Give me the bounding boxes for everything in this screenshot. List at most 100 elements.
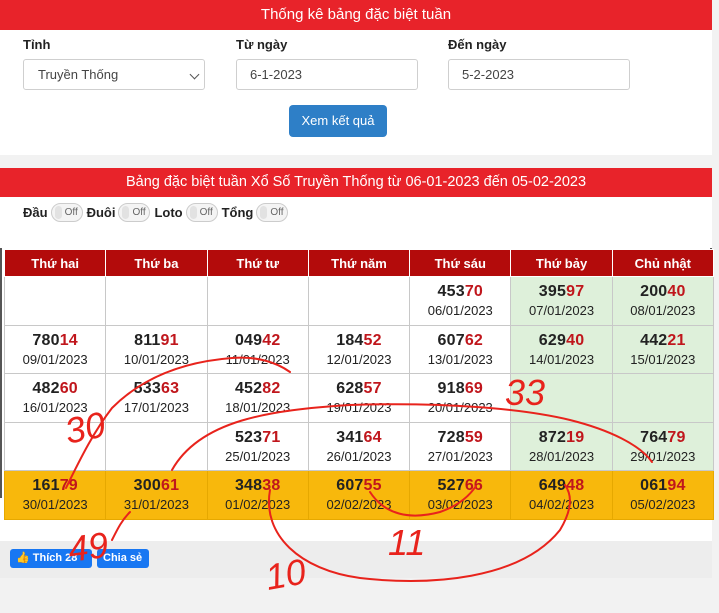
result-number: 30061	[106, 477, 206, 495]
result-number-tail: 82	[262, 380, 281, 398]
result-number-tail: 40	[667, 283, 686, 301]
from-date-input[interactable]: 6-1-2023	[236, 59, 418, 90]
result-number-head: 184	[336, 331, 364, 349]
filter-title: Thống kê bảng đặc biệt tuần	[0, 0, 712, 30]
result-number-head: 628	[336, 380, 364, 398]
result-number-head: 061	[640, 477, 668, 495]
table-cell: 60755 02/02/2023	[307, 470, 411, 520]
table-cell: 62940 14/01/2023	[510, 324, 613, 374]
table-cell: 18452 12/01/2023	[307, 324, 411, 374]
toggle-tong: Tổng Off	[222, 203, 289, 222]
result-number: 39597	[511, 283, 611, 301]
toggle-state: Off	[132, 207, 146, 218]
result-number-head: 629	[538, 331, 567, 349]
result-number: 06194	[613, 477, 713, 495]
from-date-value: 6-1-2023	[250, 67, 303, 82]
result-number: 52371	[208, 429, 308, 447]
result-number-tail: 59	[464, 428, 484, 446]
result-number-head: 780	[32, 331, 60, 349]
result-number-head: 452	[234, 380, 263, 398]
table-cell: 52766 03/02/2023	[409, 470, 512, 520]
toggle-switch-duoi[interactable]: Off	[118, 203, 151, 222]
result-number-tail: 19	[566, 428, 585, 446]
display-toggles: Đầu Off Đuôi Off Loto Off Tổng Off	[23, 203, 292, 222]
result-date: 29/01/2023	[630, 448, 696, 464]
table-cell: 78014 09/01/2023	[3, 324, 107, 374]
table-cell	[3, 421, 107, 471]
result-number: 60762	[410, 332, 510, 350]
result-date: 25/01/2023	[225, 448, 291, 464]
result-number-tail: 48	[566, 477, 585, 495]
toggle-switch-tong[interactable]: Off	[256, 203, 289, 222]
result-number-head: 764	[640, 428, 668, 446]
result-date: 28/01/2023	[529, 448, 595, 464]
result-date: 09/01/2023	[22, 351, 88, 367]
province-select[interactable]: Truyền Thống	[23, 59, 205, 90]
chevron-down-icon	[189, 69, 200, 80]
table-cell: 45282 18/01/2023	[206, 373, 309, 423]
result-number-head: 348	[234, 477, 263, 495]
result-date: 05/02/2023	[630, 497, 696, 513]
result-date: 17/01/2023	[123, 400, 189, 416]
table-row: 48260 16/01/2023 53363 17/01/2023 45282 18/01…	[3, 373, 715, 423]
facebook-share-button[interactable]: Chia sẻ	[97, 549, 149, 568]
result-number: 20040	[613, 283, 713, 301]
result-number-tail: 70	[464, 283, 484, 301]
toggle-label: Loto	[154, 205, 183, 220]
facebook-like-button[interactable]: 👍 Thích 28	[10, 549, 92, 568]
view-results-button[interactable]: Xem kết quả	[289, 105, 387, 137]
table-cell: 81191 10/01/2023	[105, 324, 208, 374]
result-number: 48260	[5, 380, 105, 398]
table-header-row: Thứ hai Thứ ba Thứ tư Thứ năm Thứ sáu Th…	[3, 249, 715, 277]
result-number-head: 811	[134, 331, 161, 349]
result-date: 20/01/2023	[427, 400, 493, 416]
result-number-head: 395	[538, 283, 567, 301]
table-cell	[105, 421, 208, 471]
to-date-field: Đến ngày 5-2-2023	[448, 37, 630, 90]
result-date: 27/01/2023	[427, 448, 493, 464]
table-row: 78014 09/01/2023 81191 10/01/2023 04942 11/01…	[3, 324, 715, 374]
col-header: Thứ sáu	[409, 249, 512, 277]
result-number: 52766	[410, 477, 510, 495]
result-number-head: 872	[538, 428, 567, 446]
result-date: 11/01/2023	[225, 351, 290, 367]
result-date: 07/01/2023	[529, 303, 595, 319]
to-date-input[interactable]: 5-2-2023	[448, 59, 630, 90]
result-date: 13/01/2023	[427, 351, 493, 367]
result-number-tail: 66	[464, 477, 484, 495]
result-number-tail: 79	[667, 428, 686, 446]
toggle-state: Off	[199, 207, 213, 218]
table-cell: 16179 30/01/2023	[3, 470, 107, 520]
toggle-switch-dau[interactable]: Off	[50, 203, 83, 222]
result-date: 10/01/2023	[123, 351, 189, 367]
table-cell	[105, 276, 208, 326]
result-number-head: 533	[133, 380, 161, 398]
result-number: 53363	[106, 380, 206, 398]
weekly-special-table: Thứ hai Thứ ba Thứ tư Thứ năm Thứ sáu Th…	[3, 249, 715, 520]
table-cell	[510, 373, 613, 423]
result-number-head: 200	[640, 283, 668, 301]
toggle-switch-loto[interactable]: Off	[185, 203, 218, 222]
result-number-tail: 57	[363, 380, 382, 398]
table-cell: 72859 27/01/2023	[409, 421, 512, 471]
result-date: 01/02/2023	[225, 497, 291, 513]
table-cell: 91869 20/01/2023	[409, 373, 512, 423]
toggle-knob	[122, 206, 130, 219]
province-value: Truyền Thống	[38, 67, 119, 82]
result-number: 62857	[309, 380, 409, 398]
table-cell: 45370 06/01/2023	[409, 276, 512, 326]
result-number: 16179	[5, 477, 105, 495]
table-row: 16179 30/01/2023 30061 31/01/2023 34838 01/02…	[3, 470, 715, 520]
table-cell: 30061 31/01/2023	[105, 470, 208, 520]
result-number-tail: 71	[262, 428, 281, 446]
result-number-head: 918	[437, 380, 465, 398]
result-number-tail: 79	[59, 477, 78, 495]
col-header: Thứ hai	[3, 249, 107, 277]
toggle-state: Off	[270, 207, 284, 218]
result-number-head: 300	[133, 477, 161, 495]
result-number-tail: 52	[363, 331, 382, 349]
toggle-dau: Đầu Off	[23, 203, 83, 222]
table-cell: 06194 05/02/2023	[611, 470, 715, 520]
result-number-head: 049	[234, 331, 263, 349]
toggle-knob	[189, 206, 197, 219]
